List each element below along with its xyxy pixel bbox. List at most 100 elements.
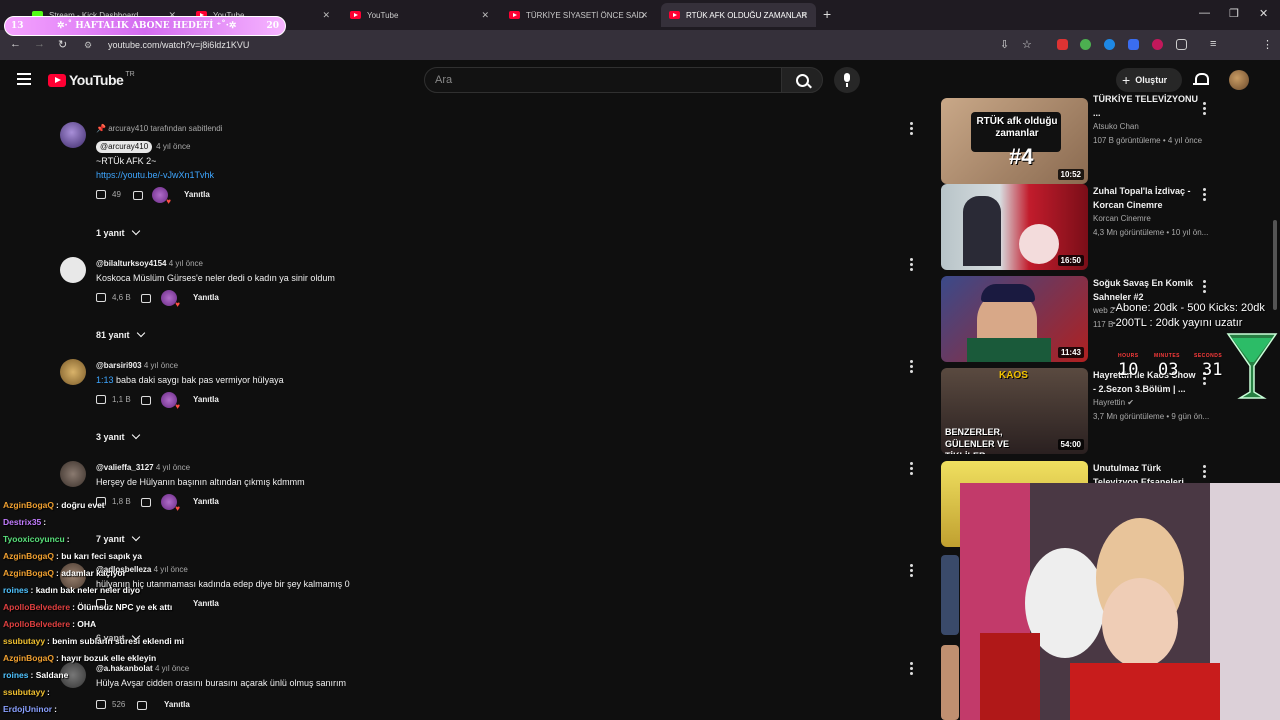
reply-button[interactable]: Yanıtla <box>164 700 190 709</box>
video-title[interactable]: Zuhal Topal'la İzdivaç - Korcan Cinemre <box>1093 184 1198 212</box>
more-actions-icon[interactable] <box>1203 465 1206 480</box>
browser-menu-icon[interactable]: ⋮ <box>1262 38 1273 51</box>
dislike-icon[interactable] <box>133 191 143 200</box>
site-info-icon[interactable]: ⚙ <box>84 40 98 51</box>
comment-more-icon[interactable] <box>910 258 913 273</box>
notifications-bell-icon[interactable] <box>1193 72 1209 87</box>
comment-more-icon[interactable] <box>910 662 913 677</box>
goal-target: 20 <box>266 21 279 31</box>
replies-toggle[interactable]: 1 yanıt <box>96 226 140 238</box>
replies-toggle[interactable]: 81 yanıt <box>96 328 145 340</box>
create-button[interactable]: + Oluştur <box>1116 68 1182 92</box>
youtube-logo[interactable]: YouTube TR <box>48 71 135 88</box>
tab-rtuk-afk[interactable]: RTÜK AFK OLDUĞU ZAMANLAR ✕ <box>661 3 816 27</box>
close-icon[interactable]: ✕ <box>800 10 808 21</box>
extension-icon[interactable] <box>1057 39 1068 50</box>
like-icon[interactable] <box>96 395 106 404</box>
video-thumbnail[interactable]: 11:43 <box>941 276 1088 362</box>
close-icon[interactable]: ✕ <box>481 10 489 21</box>
tab-turkiye-siyaseti[interactable]: TÜRKİYE SİYASETİ ÖNCE SAİD ✕ <box>501 3 656 27</box>
url-field[interactable]: ⚙ youtube.com/watch?v=j8i6ldz1KVU <box>80 35 1020 55</box>
menu-icon[interactable] <box>17 73 31 85</box>
media-controls-icon[interactable]: ≡ <box>1210 38 1216 50</box>
more-actions-icon[interactable] <box>1203 102 1206 117</box>
recommendation-thumbnail-partial[interactable] <box>941 555 959 635</box>
more-actions-icon[interactable] <box>1203 280 1206 295</box>
reply-button[interactable]: Yanıtla <box>193 599 219 608</box>
dislike-icon[interactable] <box>141 498 151 507</box>
comment-author[interactable]: @valieffa_3127 <box>96 463 154 472</box>
comment-author[interactable]: @bilalturksoy4154 <box>96 259 167 268</box>
video-thumbnail[interactable]: RTÜK afk olduğu zamanlar #4 10:52 <box>941 98 1088 184</box>
search-button[interactable] <box>781 67 823 93</box>
install-app-icon[interactable]: ⇩ <box>1000 38 1009 51</box>
comment-link[interactable]: https://youtu.be/-vJwXn1Tvhk <box>96 170 214 180</box>
commenter-avatar[interactable] <box>60 359 86 385</box>
window-close-icon[interactable]: ✕ <box>1259 7 1268 20</box>
reply-button[interactable]: Yanıtla <box>193 395 219 404</box>
extension-icon[interactable] <box>1152 39 1163 50</box>
comment-author[interactable]: @a.hakanbolat <box>96 664 153 673</box>
comment-author[interactable]: @barsiri903 <box>96 361 142 370</box>
minimize-icon[interactable]: — <box>1199 7 1210 19</box>
reply-button[interactable]: Yanıtla <box>184 190 210 199</box>
close-icon[interactable]: ✕ <box>640 10 648 21</box>
like-icon[interactable] <box>96 700 106 709</box>
maximize-icon[interactable]: ❐ <box>1229 7 1239 20</box>
dislike-icon[interactable] <box>137 701 147 710</box>
channel-name[interactable]: Atsuko Chan <box>1093 120 1198 134</box>
chat-message: AzginBogaQ: hayır bozuk elle ekleyin <box>3 653 156 663</box>
close-icon[interactable]: ✕ <box>322 10 330 21</box>
commenter-avatar[interactable] <box>60 122 86 148</box>
replies-toggle[interactable]: 7 yanıt <box>96 532 140 544</box>
comment-time[interactable]: 4 yıl önce <box>156 142 190 151</box>
comment-more-icon[interactable] <box>910 122 913 137</box>
extension-icon[interactable] <box>1128 39 1139 50</box>
channel-name[interactable]: Hayrettin ✔ <box>1093 396 1198 410</box>
chat-username: Destrix35 <box>3 517 42 527</box>
commenter-avatar[interactable] <box>60 257 86 283</box>
search-input[interactable]: Ara <box>424 67 782 93</box>
video-title[interactable]: TÜRKİYE TELEVİZYONU ... <box>1093 92 1198 120</box>
comment-author[interactable]: @arcuray410 <box>96 141 153 153</box>
comment-more-icon[interactable] <box>910 360 913 375</box>
comment-more-icon[interactable] <box>910 462 913 477</box>
reload-icon[interactable]: ↻ <box>58 38 67 51</box>
recommendation-thumbnail-partial[interactable] <box>941 645 959 720</box>
comment-time[interactable]: 4 yıl önce <box>169 259 203 268</box>
chat-message: ApolloBelvedere: Ölümsüz NPC ye ek attı <box>3 602 172 612</box>
video-thumbnail[interactable]: 16:50 <box>941 184 1088 270</box>
comment-item: @valieffa_3127 4 yıl önce Herşey de Hüly… <box>60 461 920 521</box>
comment-time[interactable]: 4 yıl önce <box>144 361 178 370</box>
forward-icon[interactable]: → <box>34 38 45 50</box>
video-thumbnail[interactable]: KAOS BENZERLER, GÜLENLER VE TİKLİLER 54:… <box>941 368 1088 454</box>
extension-icon[interactable] <box>1080 39 1091 50</box>
voice-search-icon[interactable] <box>834 67 860 93</box>
comment-time[interactable]: 4 yıl önce <box>154 565 188 574</box>
timestamp-link[interactable]: 1:13 <box>96 375 114 385</box>
channel-name[interactable]: Korcan Cinemre <box>1093 212 1198 226</box>
new-tab-icon[interactable]: + <box>823 6 831 22</box>
dislike-icon[interactable] <box>141 396 151 405</box>
video-title[interactable]: Soğuk Savaş En Komik Sahneler #2 <box>1093 276 1198 304</box>
like-icon[interactable] <box>96 293 106 302</box>
extensions-puzzle-icon[interactable] <box>1176 39 1187 50</box>
account-avatar[interactable] <box>1229 70 1249 90</box>
bookmark-star-icon[interactable]: ☆ <box>1022 38 1032 51</box>
extension-icon[interactable] <box>1104 39 1115 50</box>
scrollbar-thumb[interactable] <box>1273 220 1277 310</box>
reply-button[interactable]: Yanıtla <box>193 497 219 506</box>
comment-more-icon[interactable] <box>910 564 913 579</box>
more-actions-icon[interactable] <box>1203 188 1206 203</box>
commenter-avatar[interactable] <box>60 461 86 487</box>
replies-toggle[interactable]: 3 yanıt <box>96 430 140 442</box>
comment-time[interactable]: 4 yıl önce <box>155 664 189 673</box>
comment-time[interactable]: 4 yıl önce <box>156 463 190 472</box>
like-icon[interactable] <box>96 190 106 199</box>
back-icon[interactable]: ← <box>10 38 21 50</box>
dislike-icon[interactable] <box>141 294 151 303</box>
tab-youtube-2[interactable]: YouTube ✕ <box>342 3 497 27</box>
video-title[interactable]: Hayrettin ile Kaos Show - 2.Sezon 3.Bölü… <box>1093 368 1198 396</box>
chat-username: ApolloBelvedere <box>3 602 71 612</box>
reply-button[interactable]: Yanıtla <box>193 293 219 302</box>
